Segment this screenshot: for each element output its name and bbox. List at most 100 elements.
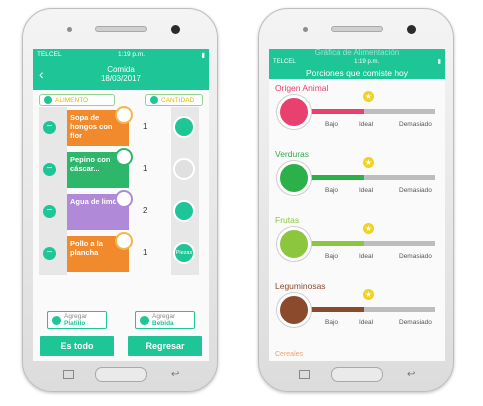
add-dish-button[interactable]: Agregar Platillo <box>47 311 107 329</box>
portion-track <box>305 241 435 246</box>
page-header: ‹ Comida 18/03/2017 <box>33 60 209 90</box>
page-title: Porciones que comiste hoy <box>305 68 409 78</box>
ideal-star-icon: ★ <box>363 223 374 234</box>
back-key-icon[interactable]: ↩ <box>171 370 182 380</box>
back-arrow-icon[interactable]: ‹ <box>39 66 44 82</box>
label-high: Demasiado <box>399 319 432 326</box>
pieces-icon[interactable]: Piezas <box>173 242 195 264</box>
carrier: TELCEL <box>37 51 62 58</box>
portion-row: Frutas ★ Bajo Ideal Demasiado <box>269 213 445 279</box>
portion-row: Verduras ★ Bajo Ideal Demasiado <box>269 147 445 213</box>
add-row: Agregar Platillo Agregar Bebida <box>33 311 209 329</box>
home-button[interactable] <box>331 367 383 382</box>
portion-row: Origen Animal ★ Bajo Ideal Demasiado <box>269 81 445 147</box>
phone-right: Gráfica de Alimentación TELCEL 1:19 p.m.… <box>258 8 454 392</box>
portion-track <box>305 307 435 312</box>
recent-apps-icon[interactable] <box>299 370 310 379</box>
page-date: 18/03/2017 <box>100 74 142 83</box>
label-low: Bajo <box>325 253 339 260</box>
food-qty[interactable]: 1 <box>143 164 147 173</box>
column-food: ALIMENTO <box>39 94 115 106</box>
carrier: TELCEL <box>273 58 296 65</box>
food-name: Pollo a la plancha <box>70 239 103 257</box>
category-icon <box>277 95 311 129</box>
page-title: Comida <box>107 65 135 74</box>
food-qty[interactable]: 1 <box>143 248 147 257</box>
label-low: Bajo <box>325 121 339 128</box>
speaker <box>95 26 147 32</box>
remove-icon[interactable]: − <box>43 247 56 260</box>
add-drink-label-1: Agregar <box>152 313 176 320</box>
battery-icon: ▮ <box>437 59 441 65</box>
food-qty[interactable]: 1 <box>143 122 147 131</box>
category-name: Frutas <box>275 215 300 225</box>
portion-fill <box>305 175 364 180</box>
list-item[interactable]: − Pollo a la plancha 1 Piezas <box>39 232 203 273</box>
food-name: Agua de limón <box>70 197 122 206</box>
home-button[interactable] <box>95 367 147 382</box>
camera-icon <box>407 25 416 34</box>
column-headers: ALIMENTO CANTIDAD <box>33 90 209 106</box>
battery-icon: ▮ <box>201 51 205 59</box>
add-drink-label-2: Bebida <box>152 320 174 327</box>
ball-icon[interactable] <box>173 158 195 180</box>
label-high: Demasiado <box>399 187 432 194</box>
label-ideal: Ideal <box>359 121 374 128</box>
phone-left: TELCEL 1:19 p.m. ▮ ‹ Comida 18/03/2017 A… <box>22 8 218 392</box>
ghost-title: Gráfica de Alimentación <box>314 49 400 57</box>
portion-track <box>305 175 435 180</box>
status-bar: TELCEL 1:19 p.m. ▮ <box>33 49 209 60</box>
sensor <box>303 27 308 32</box>
label-ideal: Ideal <box>359 253 374 260</box>
label-low: Bajo <box>325 319 339 326</box>
back-button[interactable]: Regresar <box>128 336 202 356</box>
list-item[interactable]: − Agua de limón 2 <box>39 190 203 231</box>
ideal-star-icon: ★ <box>363 289 374 300</box>
portion-fill <box>305 241 364 246</box>
page-header: Gráfica de Alimentación TELCEL 1:19 p.m.… <box>269 49 445 79</box>
add-dish-icon <box>52 315 61 325</box>
food-list: − Sopa de hongos con flor 1 − Pepino con… <box>39 106 203 275</box>
food-name: Pepino con cáscar... <box>70 155 111 173</box>
remove-icon[interactable]: − <box>43 205 56 218</box>
speaker <box>331 26 383 32</box>
add-drink-icon <box>140 315 149 325</box>
food-card[interactable]: Pollo a la plancha <box>67 232 133 272</box>
portion-row: Leguminosas ★ Bajo Ideal Demasiado <box>269 279 445 345</box>
portion-track <box>305 109 435 114</box>
status-bar: TELCEL 1:19 p.m. ▮ <box>269 57 445 66</box>
food-card[interactable]: Agua de limón <box>67 190 133 230</box>
clock: 1:19 p.m. <box>354 58 380 65</box>
category-name: Origen Animal <box>275 83 329 93</box>
column-food-label: ALIMENTO <box>55 96 89 104</box>
cup-icon[interactable] <box>173 200 195 222</box>
add-dish-label-2: Platillo <box>64 320 86 327</box>
add-dish-label-1: Agregar <box>64 313 88 320</box>
category-icon <box>277 293 311 327</box>
fork-icon <box>44 96 52 104</box>
remove-icon[interactable]: − <box>43 163 56 176</box>
clock: 1:19 p.m. <box>117 51 146 58</box>
recent-apps-icon[interactable] <box>63 370 74 379</box>
category-name: Leguminosas <box>275 281 326 291</box>
food-card[interactable]: Sopa de hongos con flor <box>67 106 133 146</box>
done-button[interactable]: Es todo <box>40 336 114 356</box>
food-qty[interactable]: 2 <box>143 206 147 215</box>
label-ideal: Ideal <box>359 187 374 194</box>
back-key-icon[interactable]: ↩ <box>407 370 418 380</box>
food-badge-icon <box>115 232 133 250</box>
bowl-icon[interactable] <box>173 116 195 138</box>
label-high: Demasiado <box>399 121 432 128</box>
column-quantity: CANTIDAD <box>145 94 203 106</box>
add-drink-button[interactable]: Agregar Bebida <box>135 311 195 329</box>
plate-icon <box>150 96 158 104</box>
list-item[interactable]: − Sopa de hongos con flor 1 <box>39 106 203 147</box>
category-name: Verduras <box>275 149 310 159</box>
list-item[interactable]: − Pepino con cáscar... 1 <box>39 148 203 189</box>
category-icon <box>277 227 311 261</box>
screen-left: TELCEL 1:19 p.m. ▮ ‹ Comida 18/03/2017 A… <box>33 49 209 361</box>
food-card[interactable]: Pepino con cáscar... <box>67 148 133 188</box>
category-icon <box>277 161 311 195</box>
remove-icon[interactable]: − <box>43 121 56 134</box>
food-badge-icon <box>115 106 133 124</box>
